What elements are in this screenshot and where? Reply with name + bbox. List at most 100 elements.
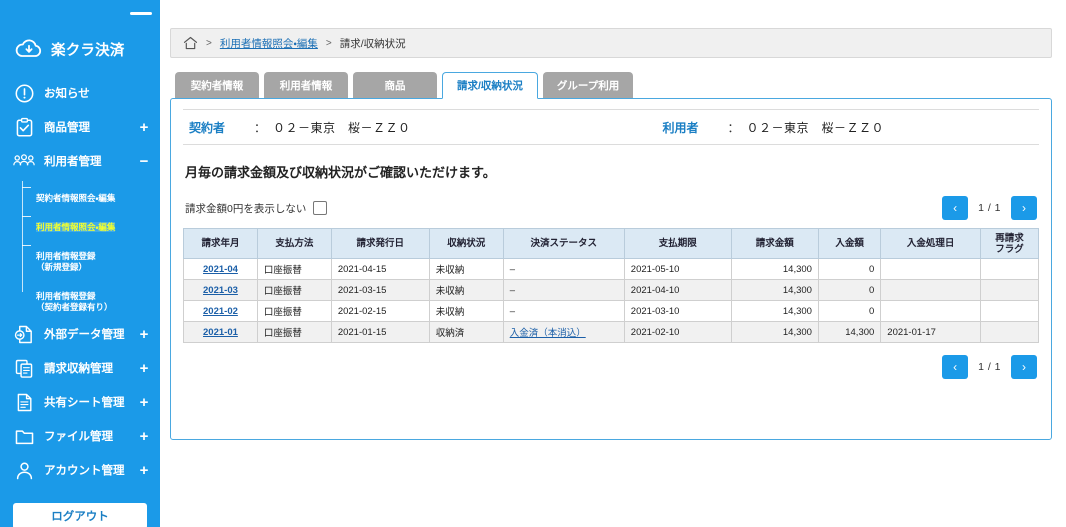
settlement-status-cell: – <box>502 279 625 301</box>
payment-method-cell: 口座振替 <box>256 321 332 343</box>
table-row[interactable]: 2021-03 口座振替 2021-03-15 未収納 – 2021-04-10… <box>183 279 1039 301</box>
collapse-toggle[interactable]: − <box>138 154 150 169</box>
chevron-left-icon[interactable]: ‹ <box>942 196 969 220</box>
pagination-bottom-wrap: ‹ 1 / 1 › <box>183 355 1037 379</box>
sidebar-item-label: ファイル管理 <box>44 431 113 443</box>
alert-circle-icon <box>13 82 35 104</box>
expand-toggle[interactable]: + <box>138 120 150 135</box>
tab-user-info[interactable]: 利用者情報 <box>264 72 348 98</box>
subnav-item-label: 利用者情報登録 （契約者登録有り） <box>36 291 113 312</box>
page-indicator: 1 / 1 <box>978 361 1001 373</box>
user-icon <box>13 459 35 481</box>
tab-product[interactable]: 商品 <box>353 72 437 98</box>
expand-toggle[interactable]: + <box>138 463 150 478</box>
col-rebill-flag: 再請求 フラグ <box>980 228 1039 259</box>
expand-toggle[interactable]: + <box>138 327 150 342</box>
rebill-flag-cell <box>980 321 1039 343</box>
subnav-item-label: 利用者情報登録 （新規登録） <box>36 251 96 272</box>
zero-amount-filter-label: 請求金額0円を表示しない <box>185 202 307 215</box>
billing-status-panel: 契約者 ： ０２－東京 桜－ＺＺ０ 利用者 ： ０２－東京 桜－ＺＺ０ 月毎の請… <box>170 98 1052 440</box>
collection-status-cell: 未収納 <box>428 300 504 322</box>
data-import-icon <box>13 323 35 345</box>
user-colon: ： <box>727 120 740 135</box>
table-header-row: 請求年月 支払方法 請求発行日 収納状況 決済ステータス 支払期限 請求金額 入… <box>183 228 1039 259</box>
chevron-right-icon[interactable]: › <box>1011 196 1037 220</box>
main-content: > 利用者情報照会・編集 > 請求/収納状況 契約者情報 利用者情報 商品 請求… <box>160 0 1066 527</box>
collection-status-cell: 収納済 <box>428 321 504 343</box>
logout-button[interactable]: ログアウト <box>13 503 147 527</box>
brand: 楽クラ決済 <box>0 0 160 70</box>
billing-month-link[interactable]: 2021-02 <box>203 306 238 317</box>
sidebar-item-account[interactable]: アカウント管理 + <box>0 453 160 487</box>
tab-contractor-info[interactable]: 契約者情報 <box>175 72 259 98</box>
pagination-top: ‹ 1 / 1 › <box>942 196 1037 220</box>
users-group-icon <box>13 150 35 172</box>
tab-billing-status[interactable]: 請求/収納状況 <box>442 72 538 99</box>
paid-amount-cell: 14,300 <box>817 321 882 343</box>
zero-amount-filter: 請求金額0円を表示しない <box>185 201 328 216</box>
payment-process-date-cell <box>880 258 982 280</box>
paid-amount-cell: 0 <box>817 279 882 301</box>
col-issue-date: 請求発行日 <box>330 228 430 259</box>
breadcrumb-link[interactable]: 利用者情報照会・編集 <box>220 36 318 51</box>
expand-toggle[interactable]: + <box>138 395 150 410</box>
subnav-item-user-inquiry[interactable]: 利用者情報照会・編集 <box>22 208 160 236</box>
cloud-download-icon <box>14 37 44 61</box>
subnav-item-user-register-new[interactable]: 利用者情報登録 （新規登録） <box>22 237 160 276</box>
billed-amount-cell: 14,300 <box>730 258 819 280</box>
sidebar-item-news[interactable]: お知らせ <box>0 76 160 110</box>
home-icon[interactable] <box>183 36 198 50</box>
billing-month-link[interactable]: 2021-04 <box>203 264 238 275</box>
payment-method-cell: 口座振替 <box>256 279 332 301</box>
sidebar-item-external-data[interactable]: 外部データ管理 + <box>0 317 160 351</box>
sidebar-item-shared-sheet[interactable]: 共有シート管理 + <box>0 385 160 419</box>
pagination-bottom: ‹ 1 / 1 › <box>942 355 1037 379</box>
folder-icon <box>13 425 35 447</box>
breadcrumb-current: 請求/収納状況 <box>339 37 406 50</box>
filter-row: 請求金額0円を表示しない ‹ 1 / 1 › <box>185 196 1037 220</box>
issue-date-cell: 2021-03-15 <box>330 279 430 301</box>
settlement-status-link[interactable]: 入金済（本消込） <box>510 328 586 339</box>
minimize-icon[interactable] <box>130 12 152 15</box>
expand-toggle[interactable]: + <box>138 429 150 444</box>
zero-amount-filter-checkbox[interactable] <box>313 201 328 215</box>
sidebar-subnav: 契約者情報照会・編集 利用者情報照会・編集 利用者情報登録 （新規登録） 利用者… <box>0 179 160 316</box>
billing-month-link[interactable]: 2021-03 <box>203 285 238 296</box>
sidebar-item-user-management[interactable]: 利用者管理 − <box>0 144 160 178</box>
due-date-cell: 2021-03-10 <box>623 300 732 322</box>
due-date-cell: 2021-05-10 <box>623 258 732 280</box>
documents-icon <box>13 357 35 379</box>
page-indicator: 1 / 1 <box>978 202 1001 214</box>
billing-month-link[interactable]: 2021-01 <box>203 327 238 338</box>
expand-toggle[interactable]: + <box>138 361 150 376</box>
chevron-right-icon[interactable]: › <box>1011 355 1037 379</box>
table-row[interactable]: 2021-04 口座振替 2021-04-15 未収納 – 2021-05-10… <box>183 258 1039 280</box>
subnav-item-user-register-existing[interactable]: 利用者情報登録 （契約者登録有り） <box>26 277 160 316</box>
subnav-item-contractor-inquiry[interactable]: 契約者情報照会・編集 <box>22 179 160 207</box>
sidebar-item-product[interactable]: 商品管理 + <box>0 110 160 144</box>
user-value: ０２－東京 桜－ＺＺ０ <box>746 120 885 135</box>
table-body: 2021-04 口座振替 2021-04-15 未収納 – 2021-05-10… <box>183 258 1039 343</box>
col-payment-process-date: 入金処理日 <box>880 228 982 259</box>
sidebar-item-billing[interactable]: 請求収納管理 + <box>0 351 160 385</box>
due-date-cell: 2021-02-10 <box>623 321 732 343</box>
contractor-value: ０２－東京 桜－ＺＺ０ <box>273 120 411 135</box>
col-settlement-status: 決済ステータス <box>502 228 625 259</box>
col-collection-status: 収納状況 <box>428 228 504 259</box>
party-summary: 契約者 ： ０２－東京 桜－ＺＺ０ 利用者 ： ０２－東京 桜－ＺＺ０ <box>183 109 1039 145</box>
sidebar-item-file[interactable]: ファイル管理 + <box>0 419 160 453</box>
sidebar-nav: お知らせ 商品管理 + 利用者管理 − 契約者情報照会・編集 利用者情報照会・編… <box>0 76 160 487</box>
table-row[interactable]: 2021-02 口座振替 2021-02-15 未収納 – 2021-03-10… <box>183 300 1039 322</box>
tab-group-usage[interactable]: グループ利用 <box>542 72 634 98</box>
rebill-flag-cell <box>980 279 1039 301</box>
breadcrumb-separator: > <box>325 37 332 49</box>
chevron-left-icon[interactable]: ‹ <box>942 355 969 379</box>
user-label: 利用者 <box>662 120 699 135</box>
application-window: 楽クラ決済 お知らせ 商品管理 + 利用者管理 − 契約者情報照会・編集 利用者… <box>0 0 1066 527</box>
billed-amount-cell: 14,300 <box>730 321 819 343</box>
paid-amount-cell: 0 <box>817 300 882 322</box>
table-row[interactable]: 2021-01 口座振替 2021-01-15 収納済 入金済（本消込） 202… <box>183 321 1039 343</box>
tab-bar: 契約者情報 利用者情報 商品 請求/収納状況 グループ利用 <box>175 70 1052 99</box>
rebill-flag-cell <box>980 300 1039 322</box>
sheet-icon <box>13 391 35 413</box>
